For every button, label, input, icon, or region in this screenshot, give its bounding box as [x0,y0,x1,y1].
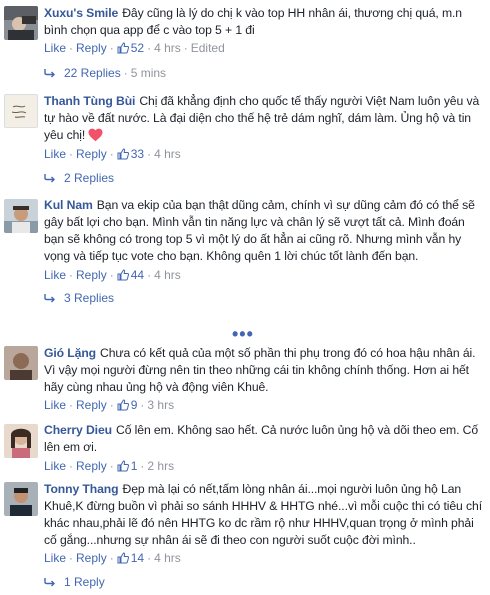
like-link[interactable]: Like [44,551,66,565]
replies-count[interactable]: 22 Replies [64,66,121,80]
view-replies-1[interactable]: 22 Replies · 5 mins [44,65,166,81]
heart-icon [88,128,103,142]
avatar[interactable] [4,6,38,40]
commenter-name[interactable]: Tonny Thang [44,482,119,496]
timestamp[interactable]: 3 hrs [147,398,174,412]
comment-body: Thanh Tùng Bùi Chị đã khẳng định cho quốc… [44,93,484,144]
like-link[interactable]: Like [44,398,66,412]
comment-actions: Like · Reply · 14 · 4 hrs [44,551,181,565]
comment-text: Chưa có kết quả của một số phần thi phụ … [44,346,476,394]
replies-count[interactable]: 2 Replies [64,171,114,185]
comment-body: Kul Nam Bạn va ekip của bạn thật dũng cảm… [44,197,484,265]
timestamp[interactable]: 2 hrs [147,459,174,473]
like-link[interactable]: Like [44,147,66,161]
thumbs-up-icon [117,552,129,564]
like-count[interactable]: 1 [131,459,138,473]
avatar[interactable] [4,482,38,516]
reply-link[interactable]: Reply [76,268,107,282]
commenter-name[interactable]: Thanh Tùng Bùi [44,94,135,108]
reply-arrow-icon [44,578,55,587]
comment-actions: Like · Reply · 33 · 4 hrs [44,147,181,161]
comment-body: Gió Lặng Chưa có kết quả của một số phần … [44,345,484,396]
reply-link[interactable]: Reply [76,459,107,473]
timestamp[interactable]: 4 hrs [154,147,181,161]
timestamp[interactable]: 4 hrs [154,41,181,55]
replies-count[interactable]: 3 Replies [64,291,114,305]
like-link[interactable]: Like [44,268,66,282]
thumbs-up-icon [117,269,129,281]
reply-arrow-icon [44,294,55,303]
like-count[interactable]: 52 [131,41,144,55]
avatar[interactable] [4,424,38,458]
thumbs-up-icon [117,399,129,411]
commenter-name[interactable]: Xuxu's Smile [44,6,118,20]
view-replies-2[interactable]: 2 Replies [44,170,114,186]
replies-count[interactable]: 1 Reply [64,575,105,589]
like-count[interactable]: 14 [131,551,144,565]
like-count[interactable]: 44 [131,268,144,282]
commenter-name[interactable]: Cherry Dieu [44,423,112,437]
reply-link[interactable]: Reply [76,398,107,412]
timestamp[interactable]: 4 hrs [154,268,181,282]
reply-link[interactable]: Reply [76,147,107,161]
thumbs-up-icon [117,460,129,472]
comment-body: Tonny Thang Đẹp mà lại có nết,tấm lòng nh… [44,481,484,549]
comment-actions: Like · Reply · 9 · 3 hrs [44,398,175,412]
comment-body: Cherry Dieu Cố lên em. Không sao hết. Cả … [44,422,484,456]
view-replies-6[interactable]: 1 Reply [44,574,105,590]
edited-label[interactable]: Edited [191,41,225,55]
commenter-name[interactable]: Kul Nam [44,198,93,212]
timestamp[interactable]: 4 hrs [154,551,181,565]
reply-arrow-icon [44,174,55,183]
commenter-name[interactable]: Gió Lặng [44,346,96,360]
like-link[interactable]: Like [44,41,66,55]
like-count[interactable]: 33 [131,147,144,161]
thumbs-up-icon [117,148,129,160]
avatar[interactable] [4,94,38,128]
reply-link[interactable]: Reply [76,41,107,55]
more-comments-ellipsis[interactable]: ••• [232,324,254,345]
view-replies-3[interactable]: 3 Replies [44,290,114,306]
comment-actions: Like · Reply · 1 · 2 hrs [44,459,175,473]
comment-body: Xuxu's Smile Đây cũng là lý do chị k vào … [44,5,484,39]
comment-actions: Like · Reply · 52 · 4 hrs · Edited [44,41,225,55]
like-count[interactable]: 9 [131,398,138,412]
comment-text: Bạn va ekip của bạn thật dũng cảm, chính… [44,198,475,263]
thumbs-up-icon [117,42,129,54]
like-link[interactable]: Like [44,459,66,473]
reply-link[interactable]: Reply [76,551,107,565]
comment-actions: Like · Reply · 44 · 4 hrs [44,268,181,282]
replies-time: 5 mins [130,66,167,80]
avatar[interactable] [4,199,38,233]
reply-arrow-icon [44,69,55,78]
avatar[interactable] [4,346,38,380]
